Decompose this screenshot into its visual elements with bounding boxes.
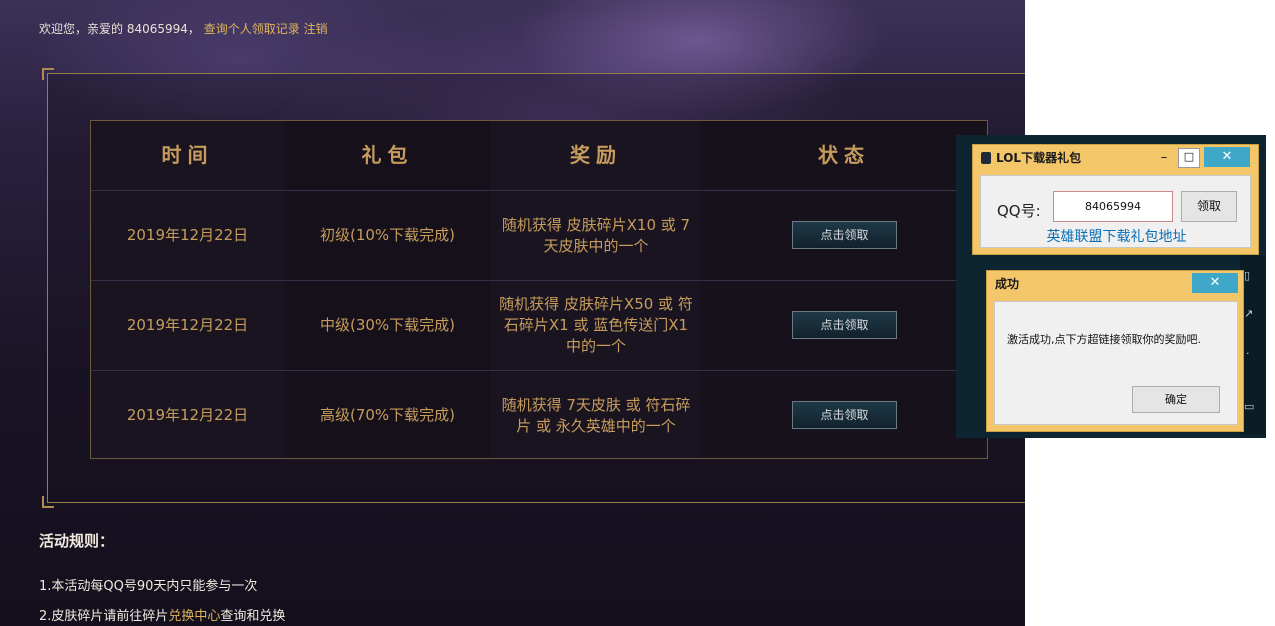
frame-corner bbox=[42, 68, 54, 80]
date-cell: 2019年12月22日 bbox=[126, 226, 249, 244]
gift-dialog: LOL下载器礼包 – □ ✕ QQ号: 84065994 领取 英雄联盟下载礼包… bbox=[972, 144, 1259, 255]
ok-button[interactable]: 确定 bbox=[1132, 386, 1220, 413]
rule-text: 查询和兑换 bbox=[220, 609, 286, 624]
reward-cell: 随机获得 皮肤碎片X50 或 符石碎片X1 或 蓝色传送门X1中的一个 bbox=[499, 295, 693, 355]
desktop-glyph: ▭ bbox=[1244, 400, 1255, 413]
success-message: 激活成功,点下方超链接领取你的奖励吧. bbox=[1007, 333, 1201, 346]
header-status: 状态 bbox=[818, 143, 870, 167]
rules-title: 活动规则： bbox=[39, 532, 115, 550]
table-row: 2019年12月22日 中级(30%下载完成) 随机获得 皮肤碎片X50 或 符… bbox=[91, 280, 987, 370]
rule-item: 1.本活动每QQ号90天内只能参与一次 bbox=[39, 579, 258, 594]
pack-cell: 高级(70%下载完成) bbox=[319, 406, 456, 424]
table-row: 2019年12月22日 初级(10%下载完成) 随机获得 皮肤碎片X10 或 7… bbox=[91, 190, 987, 280]
desktop-glyph: ▯ bbox=[1244, 269, 1251, 282]
dialog-title-text: LOL下载器礼包 bbox=[996, 151, 1082, 165]
header-reward: 奖励 bbox=[570, 143, 622, 167]
success-dialog: 成功 ✕ 激活成功,点下方超链接领取你的奖励吧. 确定 bbox=[986, 270, 1244, 432]
minimize-icon[interactable]: – bbox=[1154, 148, 1174, 168]
header-time: 时间 bbox=[161, 143, 214, 167]
dialog-title: LOL下载器礼包 bbox=[981, 145, 1081, 171]
rule-text: 2.皮肤碎片请前往碎片 bbox=[39, 609, 169, 624]
desktop-glyph: · bbox=[1246, 347, 1250, 360]
download-link[interactable]: 英雄联盟下载礼包地址 bbox=[981, 226, 1252, 246]
frame-corner bbox=[42, 496, 54, 508]
header-pack: 礼包 bbox=[361, 143, 414, 167]
dialog-title: 成功 bbox=[995, 277, 1020, 291]
welcome-text: 欢迎您，亲爱的 84065994， bbox=[39, 22, 200, 36]
qq-input[interactable]: 84065994 bbox=[1053, 191, 1173, 222]
maximize-icon[interactable]: □ bbox=[1178, 148, 1200, 168]
date-cell: 2019年12月22日 bbox=[126, 316, 249, 334]
claim-button[interactable]: 点击领取 bbox=[792, 311, 897, 339]
welcome-bar: 欢迎您，亲爱的 84065994， 查询个人领取记录 注销 bbox=[39, 20, 328, 37]
reward-cell: 随机获得 皮肤碎片X10 或 7天皮肤中的一个 bbox=[501, 215, 691, 255]
table-row: 2019年12月22日 高级(70%下载完成) 随机获得 7天皮肤 或 符石碎片… bbox=[91, 370, 987, 460]
gift-table: 时间 礼包 奖励 状态 2019年12月22日 初级(10%下载完成) 随机获得… bbox=[90, 120, 988, 459]
logout-link[interactable]: 注销 bbox=[304, 22, 328, 36]
app-icon bbox=[981, 152, 991, 164]
close-icon[interactable]: ✕ bbox=[1192, 273, 1238, 293]
event-page: 欢迎您，亲爱的 84065994， 查询个人领取记录 注销 时间 礼包 奖励 状… bbox=[0, 0, 1025, 626]
date-cell: 2019年12月22日 bbox=[126, 406, 249, 424]
pack-cell: 中级(30%下载完成) bbox=[319, 316, 456, 334]
exchange-center-link[interactable]: 兑换中心 bbox=[168, 609, 220, 624]
desktop-glyph: ↗ bbox=[1244, 307, 1254, 320]
claim-button[interactable]: 领取 bbox=[1181, 191, 1237, 222]
qq-label: QQ号: bbox=[997, 202, 1041, 220]
dialog-body: QQ号: 84065994 领取 英雄联盟下载礼包地址 bbox=[980, 175, 1251, 248]
rule-item: 2.皮肤碎片请前往碎片兑换中心查询和兑换 bbox=[39, 605, 285, 624]
dialog-body: 激活成功,点下方超链接领取你的奖励吧. 确定 bbox=[994, 301, 1238, 425]
records-link[interactable]: 查询个人领取记录 bbox=[204, 22, 300, 36]
pack-cell: 初级(10%下载完成) bbox=[319, 226, 456, 244]
close-icon[interactable]: ✕ bbox=[1204, 147, 1250, 167]
reward-cell: 随机获得 7天皮肤 或 符石碎片 或 永久英雄中的一个 bbox=[501, 395, 691, 435]
claim-button[interactable]: 点击领取 bbox=[792, 401, 897, 429]
claim-button[interactable]: 点击领取 bbox=[792, 221, 897, 249]
